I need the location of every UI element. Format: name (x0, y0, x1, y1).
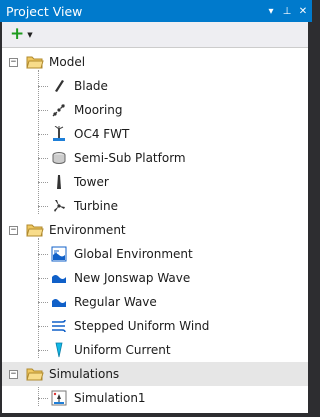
tree-node-label: Simulations (49, 367, 120, 381)
tree-item-stepped-uniform-wind[interactable]: Stepped Uniform Wind (2, 314, 308, 338)
tree-item-label: Turbine (74, 199, 118, 213)
tree-item-semi-sub-platform[interactable]: Semi-Sub Platform (2, 146, 308, 170)
add-button[interactable]: + ▼ (10, 26, 33, 43)
blade-icon (50, 78, 68, 94)
wave-icon (50, 270, 68, 286)
panel-border (308, 22, 312, 417)
collapse-toggle-icon[interactable]: − (9, 369, 18, 379)
panel-title: Project View (6, 3, 83, 19)
tree-node-model[interactable]: − Model (2, 50, 308, 74)
tree-item-oc4-fwt[interactable]: OC4 FWT (2, 122, 308, 146)
tree-item-label: Blade (74, 79, 108, 93)
tree-item-label: OC4 FWT (74, 127, 130, 141)
wind-icon (50, 318, 68, 334)
collapse-toggle-icon[interactable]: − (9, 225, 18, 235)
tree-item-global-environment[interactable]: Global Environment (2, 242, 308, 266)
chevron-down-icon[interactable]: ▼ (27, 31, 32, 39)
tree-item-label: Tower (74, 175, 109, 189)
panel-border (0, 413, 312, 417)
close-icon[interactable]: ✕ (296, 6, 310, 17)
tree-item-blade[interactable]: Blade (2, 74, 308, 98)
pin-icon[interactable]: ⊥ (280, 6, 294, 17)
tree-item-label: Regular Wave (74, 295, 157, 309)
title-bar: Project View ▾ ⊥ ✕ (0, 0, 312, 22)
tree-node-environment[interactable]: − Environment (2, 218, 308, 242)
turbine-icon (50, 198, 68, 214)
tree-item-label: Stepped Uniform Wind (74, 319, 210, 333)
tower-icon (50, 174, 68, 190)
tree-node-simulations[interactable]: − Simulations (2, 362, 308, 386)
current-icon (50, 342, 68, 358)
simulation-icon (50, 390, 68, 406)
fwt-icon (50, 126, 68, 142)
platform-icon (50, 150, 68, 166)
tree-item-new-jonswap-wave[interactable]: New Jonswap Wave (2, 266, 308, 290)
collapse-toggle-icon[interactable]: − (9, 57, 18, 67)
tree-node-label: Model (49, 55, 86, 69)
global-environment-icon (50, 246, 68, 262)
tree-item-tower[interactable]: Tower (2, 170, 308, 194)
wave-icon (50, 294, 68, 310)
tree-item-turbine[interactable]: Turbine (2, 194, 308, 218)
window-position-dropdown-icon[interactable]: ▾ (264, 6, 278, 17)
tree-item-label: Mooring (74, 103, 123, 117)
tree-item-regular-wave[interactable]: Regular Wave (2, 290, 308, 314)
tree-item-label: Global Environment (74, 247, 193, 261)
mooring-icon (50, 102, 68, 118)
tree-item-label: Uniform Current (74, 343, 171, 357)
tree-item-label: New Jonswap Wave (74, 271, 191, 285)
tree-item-uniform-current[interactable]: Uniform Current (2, 338, 308, 362)
open-folder-icon (26, 368, 44, 381)
plus-icon: + (10, 24, 25, 44)
tree-item-label: Simulation1 (74, 391, 146, 405)
tree-item-simulation1[interactable]: Simulation1 (2, 386, 308, 410)
project-tree: − Model Blade Mooring OC4 FWT Semi-Sub P… (2, 48, 308, 413)
open-folder-icon (26, 224, 44, 237)
tree-node-label: Environment (49, 223, 126, 237)
toolbar: + ▼ (2, 22, 308, 48)
tree-item-mooring[interactable]: Mooring (2, 98, 308, 122)
tree-item-label: Semi-Sub Platform (74, 151, 186, 165)
open-folder-icon (26, 56, 44, 69)
